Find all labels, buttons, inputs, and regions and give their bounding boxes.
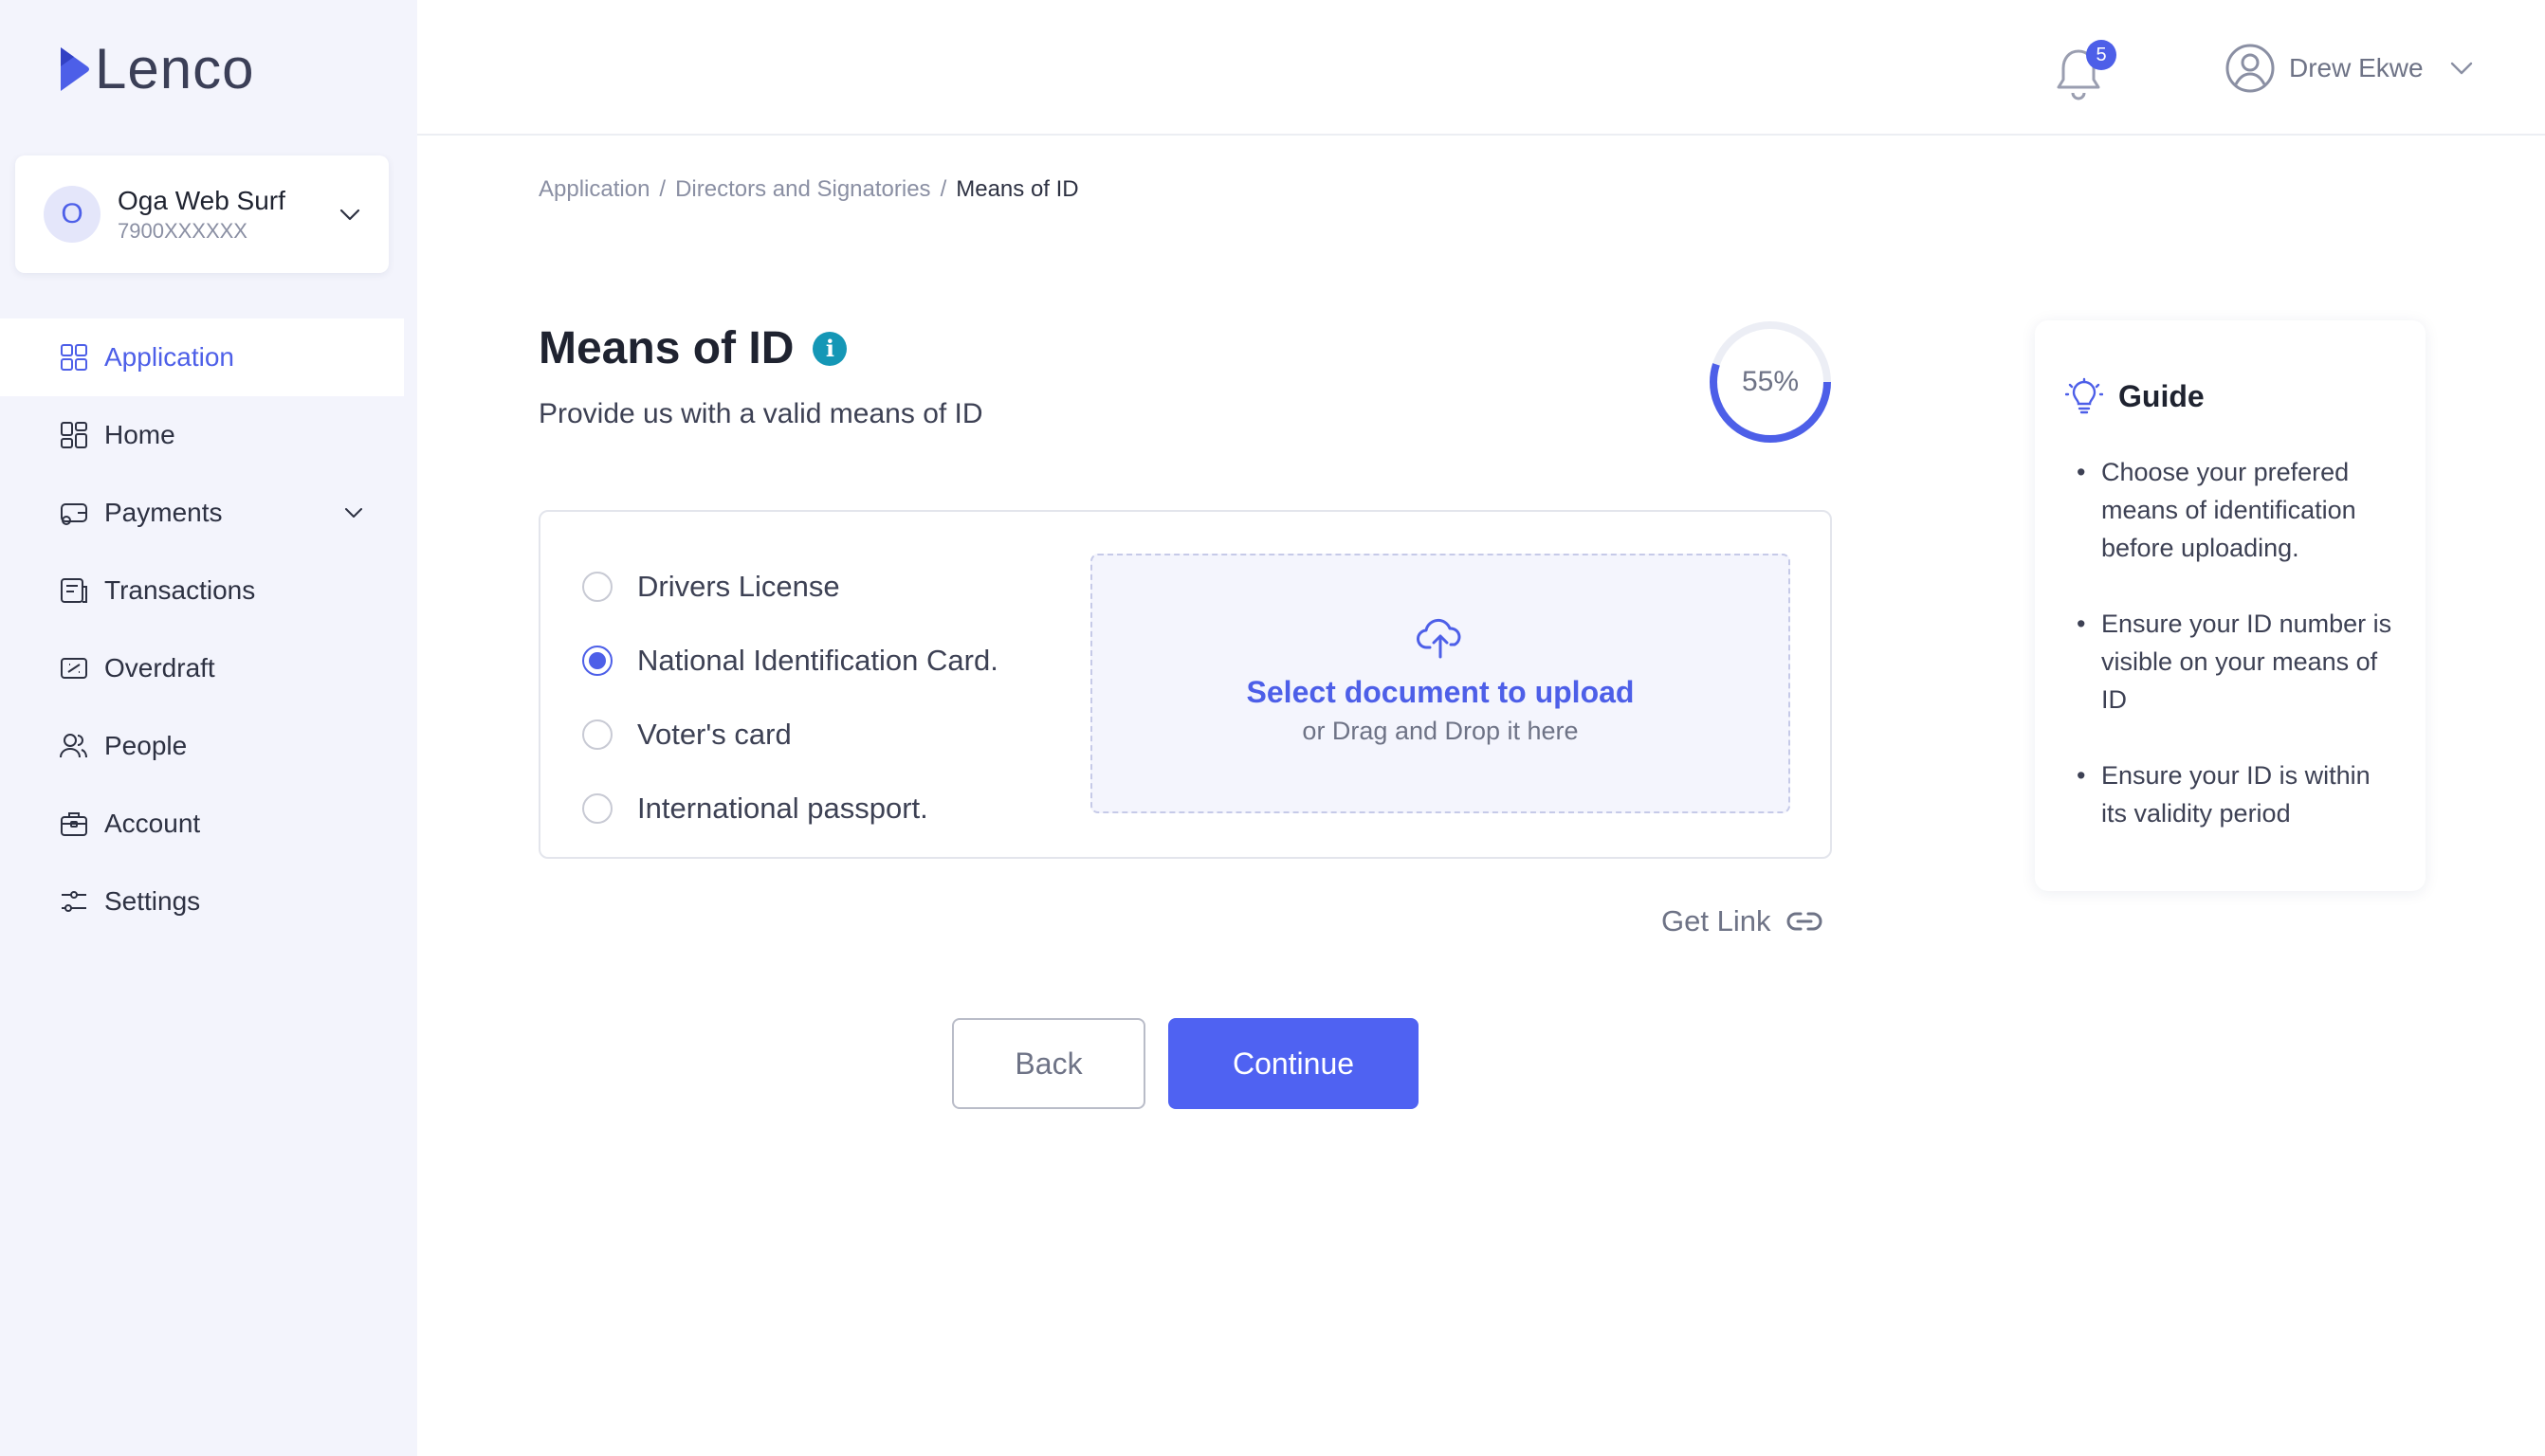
chevron-down-icon[interactable] [2446,53,2477,83]
breadcrumb-item-directors[interactable]: Directors and Signatories [675,176,930,203]
breadcrumb-separator: / [659,176,667,202]
guide-item: Ensure your ID is within its validity pe… [2065,756,2397,832]
breadcrumb-item-application[interactable]: Application [539,176,650,203]
radio-label: Voter's card [637,718,792,751]
sidebar-item-label: Application [104,342,234,372]
sidebar-item-application[interactable]: Application [0,318,404,396]
sidebar-item-label: Home [104,420,175,449]
upload-title[interactable]: Select document to upload [1247,672,1635,712]
progress-ring: 55% [1707,318,1834,446]
sidebar-item-account[interactable]: Account [0,785,404,863]
overdraft-icon [61,658,87,679]
people-icon [60,734,87,758]
top-header: 5 Drew Ekwe [417,0,2545,136]
guide-list: Choose your prefered means of identifica… [2065,453,2397,832]
transactions-icon [61,578,87,603]
link-icon [1787,912,1822,931]
lightbulb-icon [2065,377,2103,414]
guide-title: Guide [2118,378,2205,413]
info-icon[interactable]: i [813,331,848,366]
guide-header: Guide [2065,377,2397,415]
user-name: Drew Ekwe [2289,53,2424,82]
radio-button[interactable] [582,793,613,824]
page-subtitle: Provide us with a valid means of ID [539,398,983,429]
sidebar-item-people[interactable]: People [0,707,404,785]
progress-percent: 55% [1741,366,1800,397]
radio-option-voters-card[interactable]: Voter's card [582,698,998,772]
breadcrumb-separator: / [940,176,947,202]
sidebar-item-payments[interactable]: Payments [0,474,404,552]
lenco-logo[interactable]: Lenco [59,36,254,102]
sidebar-item-label: Payments [104,498,223,527]
application-icon [61,344,87,371]
radio-button[interactable] [582,719,613,750]
home-icon [61,422,87,448]
sidebar-item-label: Account [104,809,201,838]
radio-label: International passport. [637,792,928,825]
org-avatar: O [44,186,101,243]
radio-label: Drivers License [637,570,840,603]
logo-text: Lenco [95,37,255,100]
sidebar-item-label: People [104,731,188,760]
sidebar-item-overdraft[interactable]: Overdraft [0,629,404,707]
user-avatar-icon [2225,44,2275,93]
payments-icon [61,503,87,525]
breadcrumb: Application / Directors and Signatories … [539,176,1079,203]
org-switcher[interactable]: O Oga Web Surf 7900XXXXXX [15,155,389,273]
lenco-logo-icon [61,47,89,91]
guide-item: Choose your prefered means of identifica… [2065,453,2397,567]
sidebar-item-settings[interactable]: Settings [0,863,404,940]
sidebar: Lenco O Oga Web Surf 7900XXXXXX Applicat… [0,0,417,1456]
chevron-down-icon[interactable] [336,200,364,228]
sidebar-item-transactions[interactable]: Transactions [0,552,404,629]
page-title: Means of ID i [539,322,848,374]
org-number: 7900XXXXXX [118,219,247,243]
radio-option-drivers-license[interactable]: Drivers License [582,550,998,624]
chevron-down-icon[interactable] [339,499,368,527]
radio-button[interactable] [582,572,613,602]
continue-button[interactable]: Continue [1168,1018,1419,1109]
notification-count-badge: 5 [2086,40,2116,70]
guide-panel: Guide Choose your prefered means of iden… [2035,320,2426,891]
account-icon [61,812,87,836]
get-link-button[interactable]: Get Link [1661,902,1823,940]
cloud-upload-icon [1417,618,1461,659]
guide-item: Ensure your ID number is visible on your… [2065,605,2397,719]
radio-label: National Identification Card. [637,644,998,677]
upload-dropzone[interactable]: Select document to upload or Drag and Dr… [1090,554,1790,813]
sidebar-item-label: Settings [104,886,201,916]
breadcrumb-item-current: Means of ID [956,176,1079,202]
means-of-id-card: Drivers License National Identification … [539,510,1832,859]
sidebar-item-home[interactable]: Home [0,396,404,474]
sidebar-item-label: Overdraft [104,653,215,682]
sidebar-item-label: Transactions [104,575,256,605]
get-link-label: Get Link [1661,904,1771,937]
upload-subtitle: or Drag and Drop it here [1302,717,1579,745]
radio-option-national-id[interactable]: National Identification Card. [582,624,998,698]
id-type-radio-group: Drivers License National Identification … [582,550,998,846]
radio-button-checked[interactable] [582,646,613,676]
page-title-text: Means of ID [539,323,795,373]
sidebar-nav: Application Home Payments Transactions O… [0,318,404,940]
user-menu[interactable]: Drew Ekwe [2225,42,2477,95]
radio-option-international-passport[interactable]: International passport. [582,772,998,846]
settings-icon [62,891,86,912]
notifications-button[interactable]: 5 [2054,40,2116,102]
back-button[interactable]: Back [952,1018,1145,1109]
org-name: Oga Web Surf [118,186,285,215]
